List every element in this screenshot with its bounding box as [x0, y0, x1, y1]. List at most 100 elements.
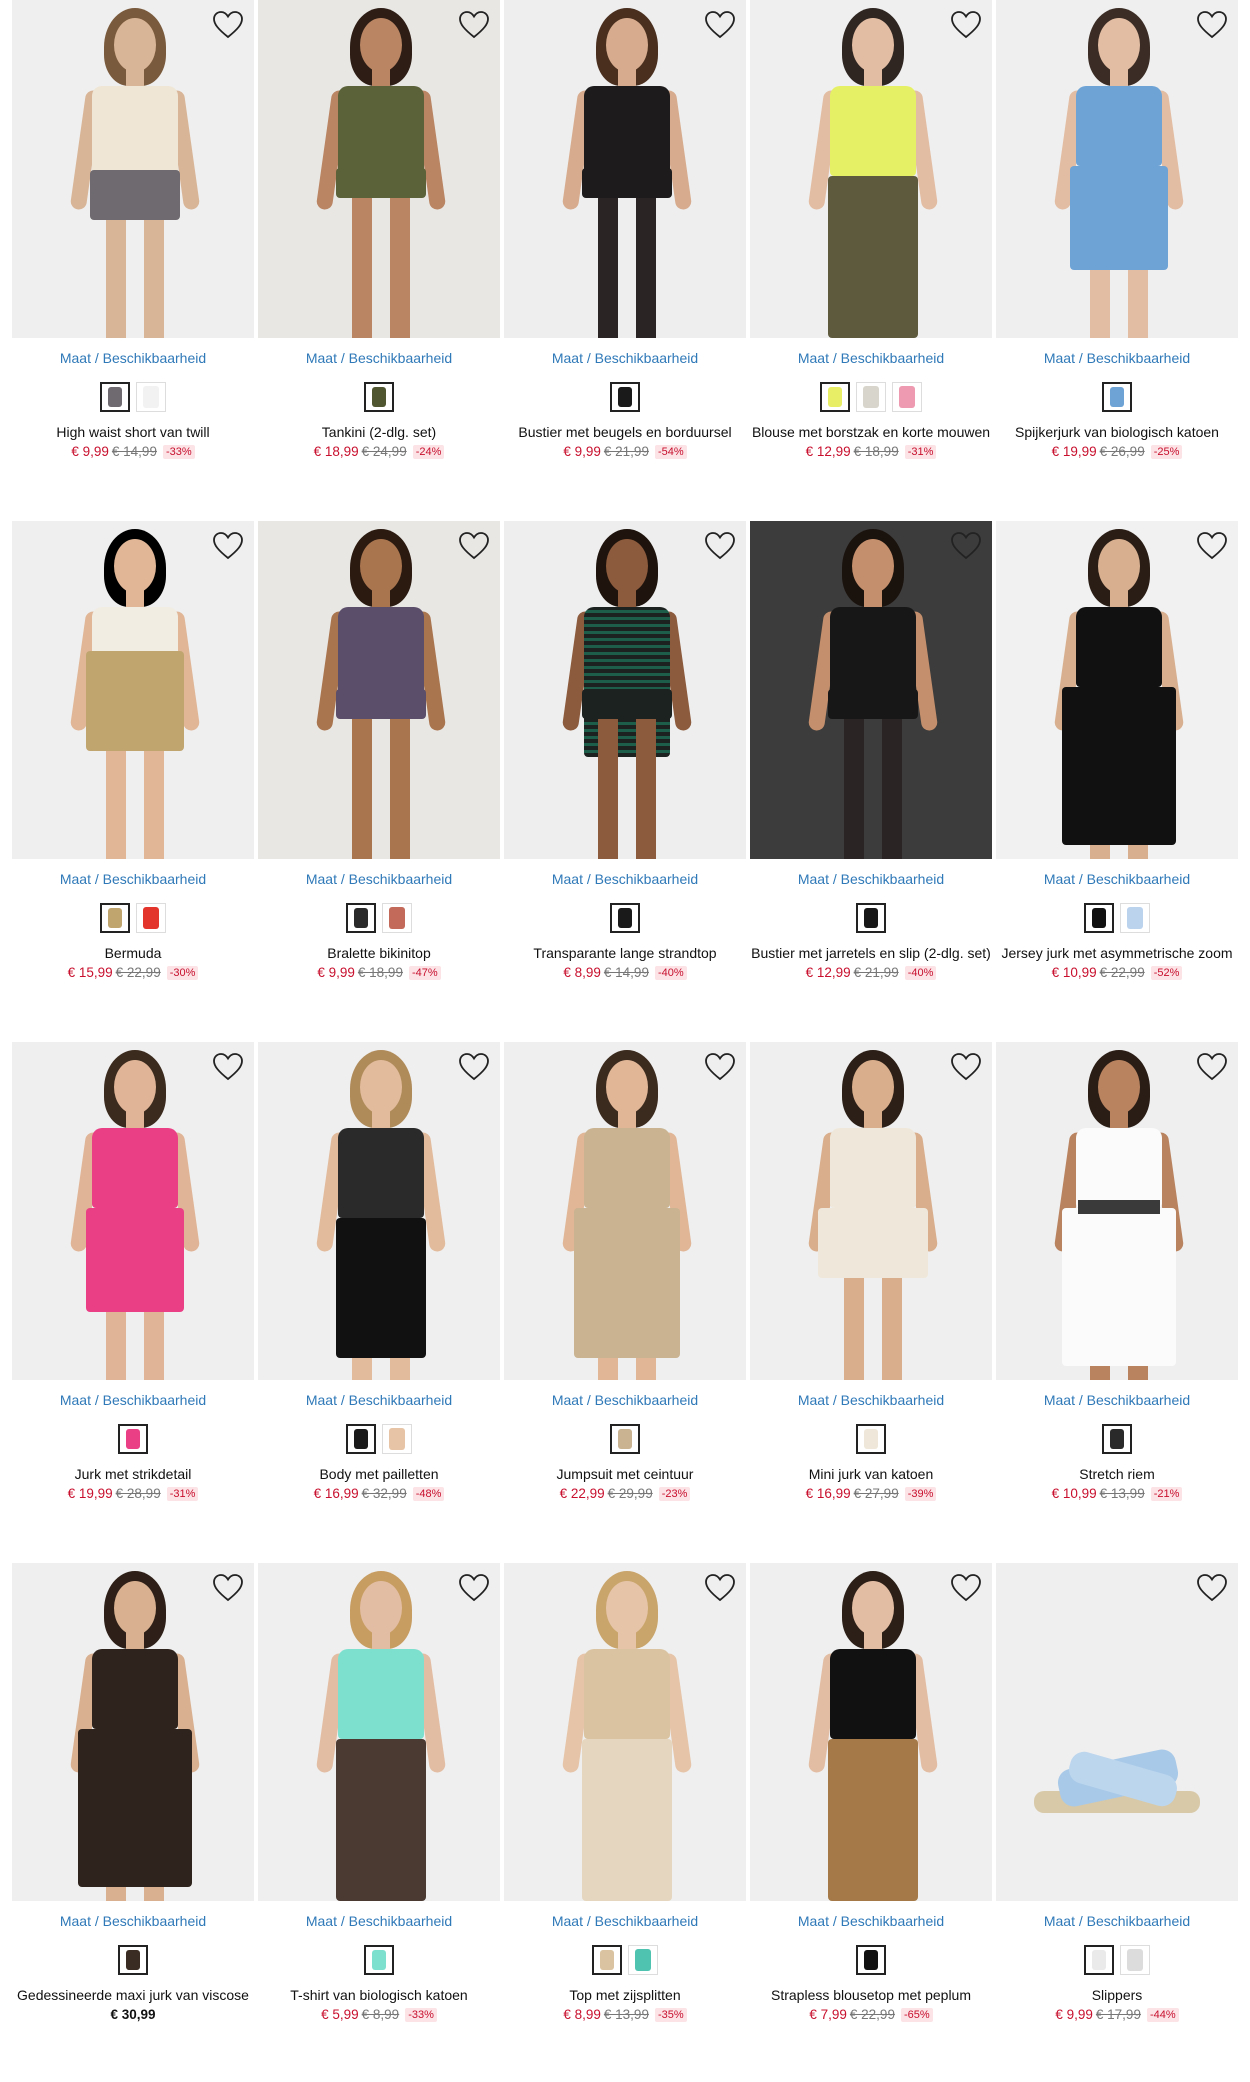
product-name[interactable]: Transparante lange strandtop	[504, 945, 746, 961]
size-availability-link[interactable]: Maat / Beschikbaarheid	[750, 871, 992, 887]
product-name[interactable]: Top met zijsplitten	[504, 1987, 746, 2003]
color-swatch[interactable]	[610, 903, 640, 933]
product-image[interactable]	[996, 1042, 1238, 1380]
color-swatch[interactable]	[364, 1945, 394, 1975]
color-swatch[interactable]	[1120, 903, 1150, 933]
product-name[interactable]: High waist short van twill	[12, 424, 254, 440]
product-image[interactable]	[504, 1042, 746, 1380]
size-availability-link[interactable]: Maat / Beschikbaarheid	[504, 871, 746, 887]
product-name[interactable]: Bustier met beugels en borduursel	[504, 424, 746, 440]
heart-icon[interactable]	[212, 531, 244, 561]
product-image[interactable]	[12, 1563, 254, 1901]
color-swatch[interactable]	[892, 382, 922, 412]
size-availability-link[interactable]: Maat / Beschikbaarheid	[504, 1913, 746, 1929]
color-swatch[interactable]	[856, 382, 886, 412]
product-name[interactable]: Body met pailletten	[258, 1466, 500, 1482]
color-swatch[interactable]	[346, 1424, 376, 1454]
heart-icon[interactable]	[212, 1573, 244, 1603]
size-availability-link[interactable]: Maat / Beschikbaarheid	[996, 1392, 1238, 1408]
size-availability-link[interactable]: Maat / Beschikbaarheid	[996, 350, 1238, 366]
product-image[interactable]	[750, 0, 992, 338]
size-availability-link[interactable]: Maat / Beschikbaarheid	[750, 1913, 992, 1929]
product-name[interactable]: Stretch riem	[996, 1466, 1238, 1482]
size-availability-link[interactable]: Maat / Beschikbaarheid	[996, 871, 1238, 887]
product-image[interactable]	[12, 0, 254, 338]
heart-icon[interactable]	[458, 10, 490, 40]
product-name[interactable]: Blouse met borstzak en korte mouwen	[750, 424, 992, 440]
color-swatch[interactable]	[610, 382, 640, 412]
product-name[interactable]: Jurk met strikdetail	[12, 1466, 254, 1482]
color-swatch[interactable]	[136, 903, 166, 933]
product-name[interactable]: Jumpsuit met ceintuur	[504, 1466, 746, 1482]
size-availability-link[interactable]: Maat / Beschikbaarheid	[258, 871, 500, 887]
color-swatch[interactable]	[346, 903, 376, 933]
product-name[interactable]: Bustier met jarretels en slip (2-dlg. se…	[750, 945, 992, 961]
color-swatch[interactable]	[856, 1424, 886, 1454]
color-swatch[interactable]	[100, 382, 130, 412]
product-image[interactable]	[750, 521, 992, 859]
product-name[interactable]: Gedessineerde maxi jurk van viscose	[12, 1987, 254, 2003]
product-image[interactable]	[12, 1042, 254, 1380]
heart-icon[interactable]	[1196, 10, 1228, 40]
product-image[interactable]	[504, 1563, 746, 1901]
heart-icon[interactable]	[704, 1573, 736, 1603]
product-name[interactable]: Slippers	[996, 1987, 1238, 2003]
color-swatch[interactable]	[382, 1424, 412, 1454]
color-swatch[interactable]	[628, 1945, 658, 1975]
product-name[interactable]: Tankini (2-dlg. set)	[258, 424, 500, 440]
heart-icon[interactable]	[950, 1052, 982, 1082]
size-availability-link[interactable]: Maat / Beschikbaarheid	[12, 871, 254, 887]
product-image[interactable]	[258, 0, 500, 338]
color-swatch[interactable]	[820, 382, 850, 412]
size-availability-link[interactable]: Maat / Beschikbaarheid	[12, 350, 254, 366]
product-name[interactable]: Mini jurk van katoen	[750, 1466, 992, 1482]
heart-icon[interactable]	[212, 10, 244, 40]
product-image[interactable]	[12, 521, 254, 859]
product-name[interactable]: Bralette bikinitop	[258, 945, 500, 961]
heart-icon[interactable]	[950, 1573, 982, 1603]
product-name[interactable]: Jersey jurk met asymmetrische zoom	[996, 945, 1238, 961]
product-name[interactable]: T-shirt van biologisch katoen	[258, 1987, 500, 2003]
color-swatch[interactable]	[136, 382, 166, 412]
product-image[interactable]	[750, 1042, 992, 1380]
product-image[interactable]	[258, 521, 500, 859]
color-swatch[interactable]	[382, 903, 412, 933]
size-availability-link[interactable]: Maat / Beschikbaarheid	[258, 350, 500, 366]
heart-icon[interactable]	[950, 10, 982, 40]
product-image[interactable]	[258, 1042, 500, 1380]
product-name[interactable]: Spijkerjurk van biologisch katoen	[996, 424, 1238, 440]
color-swatch[interactable]	[856, 1945, 886, 1975]
size-availability-link[interactable]: Maat / Beschikbaarheid	[258, 1392, 500, 1408]
product-image[interactable]	[996, 0, 1238, 338]
product-image[interactable]	[750, 1563, 992, 1901]
color-swatch[interactable]	[118, 1945, 148, 1975]
color-swatch[interactable]	[1120, 1945, 1150, 1975]
size-availability-link[interactable]: Maat / Beschikbaarheid	[504, 1392, 746, 1408]
color-swatch[interactable]	[100, 903, 130, 933]
heart-icon[interactable]	[1196, 531, 1228, 561]
color-swatch[interactable]	[1084, 1945, 1114, 1975]
color-swatch[interactable]	[610, 1424, 640, 1454]
heart-icon[interactable]	[1196, 1573, 1228, 1603]
size-availability-link[interactable]: Maat / Beschikbaarheid	[12, 1392, 254, 1408]
heart-icon[interactable]	[1196, 1052, 1228, 1082]
color-swatch[interactable]	[1102, 1424, 1132, 1454]
color-swatch[interactable]	[118, 1424, 148, 1454]
heart-icon[interactable]	[458, 1573, 490, 1603]
color-swatch[interactable]	[856, 903, 886, 933]
size-availability-link[interactable]: Maat / Beschikbaarheid	[258, 1913, 500, 1929]
product-image[interactable]	[996, 521, 1238, 859]
color-swatch[interactable]	[1102, 382, 1132, 412]
color-swatch[interactable]	[1084, 903, 1114, 933]
product-name[interactable]: Strapless blousetop met peplum	[750, 1987, 992, 2003]
product-name[interactable]: Bermuda	[12, 945, 254, 961]
product-image[interactable]	[996, 1563, 1238, 1901]
size-availability-link[interactable]: Maat / Beschikbaarheid	[504, 350, 746, 366]
size-availability-link[interactable]: Maat / Beschikbaarheid	[12, 1913, 254, 1929]
size-availability-link[interactable]: Maat / Beschikbaarheid	[996, 1913, 1238, 1929]
heart-icon[interactable]	[458, 1052, 490, 1082]
product-image[interactable]	[504, 521, 746, 859]
heart-icon[interactable]	[704, 10, 736, 40]
color-swatch[interactable]	[364, 382, 394, 412]
heart-icon[interactable]	[212, 1052, 244, 1082]
